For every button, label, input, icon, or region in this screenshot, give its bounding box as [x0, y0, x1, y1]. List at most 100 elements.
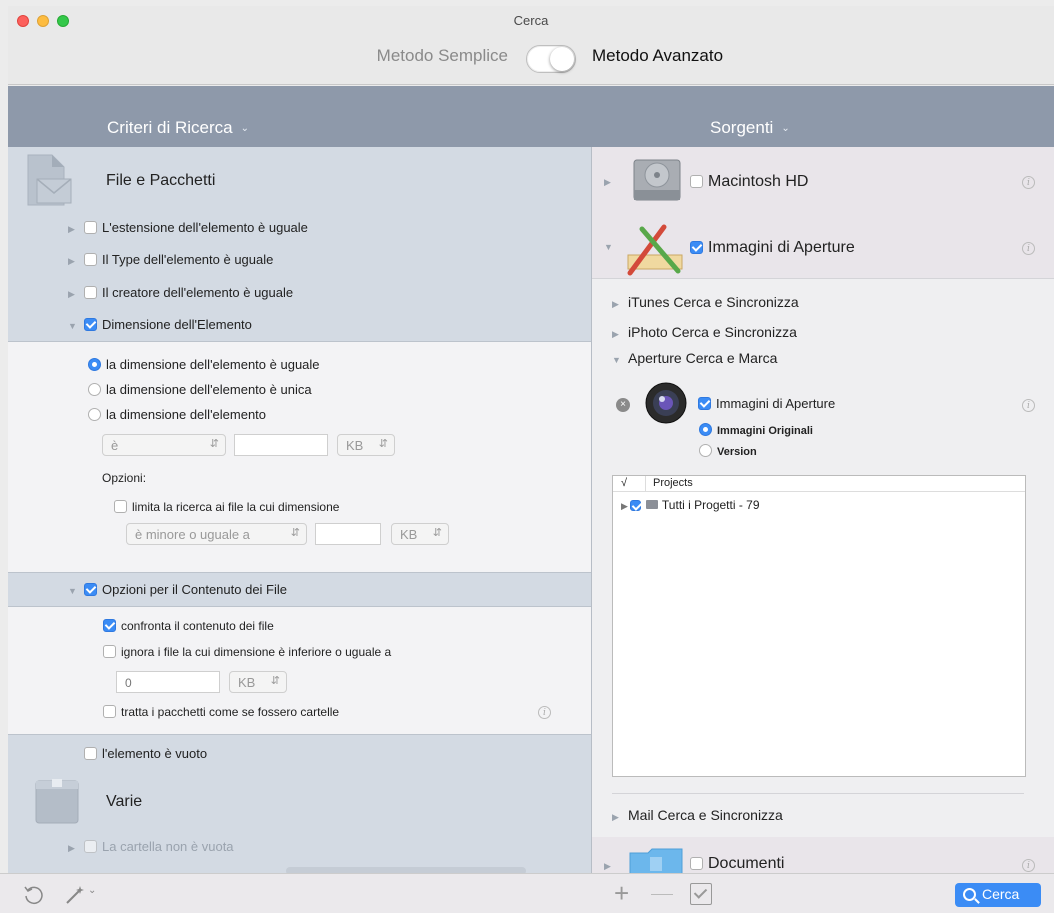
criterion-label: La cartella non è vuota	[102, 839, 234, 854]
disclosure-triangle-icon[interactable]: ▶	[612, 299, 628, 310]
checkbox[interactable]	[103, 645, 116, 658]
checkbox[interactable]	[690, 857, 703, 870]
operator-select[interactable]: è ⇵	[102, 434, 226, 456]
radio-selected[interactable]	[699, 423, 712, 436]
chevron-down-icon: ⌄	[781, 123, 790, 134]
disclosure-triangle-open-icon[interactable]: ▼	[612, 355, 628, 365]
item-label: Mail Cerca e Sincronizza	[628, 807, 783, 823]
compare-content-option[interactable]: confronta il contenuto dei file	[103, 619, 274, 633]
limit-search-option[interactable]: limita la ricerca ai file la cui dimensi…	[114, 500, 339, 514]
criterion-folder-not-empty[interactable]: ▶ La cartella non è vuota	[68, 839, 234, 854]
info-icon[interactable]: i	[538, 706, 551, 719]
info-icon[interactable]: i	[1022, 399, 1035, 412]
checkbox[interactable]	[84, 286, 97, 299]
criteria-pane: File e Pacchetti ▶ L'estensione dell'elem…	[8, 147, 592, 873]
check-column-header[interactable]: √	[621, 477, 627, 489]
table-header: √ Projects	[613, 476, 1025, 492]
unit-select[interactable]: KB ⇵	[337, 434, 395, 456]
checkbox[interactable]	[84, 253, 97, 266]
select-all-checkbox-icon[interactable]	[690, 883, 712, 905]
checkbox-checked[interactable]	[84, 318, 97, 331]
disclosure-triangle-icon[interactable]: ▶	[68, 256, 84, 267]
checkbox[interactable]	[84, 221, 97, 234]
itunes-sync-item[interactable]: ▶ iTunes Cerca e Sincronizza	[612, 294, 799, 310]
magic-wand-icon[interactable]	[64, 884, 86, 906]
search-button[interactable]: Cerca	[955, 883, 1041, 907]
aperture-mark-item[interactable]: ▼ Aperture Cerca e Marca	[612, 350, 777, 366]
sources-header[interactable]: Sorgenti ⌄	[710, 118, 790, 138]
reset-icon[interactable]	[22, 884, 44, 906]
disclosure-triangle-open-icon[interactable]: ▼	[604, 242, 620, 252]
radio-size-equal[interactable]: la dimensione dell'elemento è uguale	[88, 357, 320, 372]
disclosure-triangle-icon[interactable]: ▶	[68, 843, 84, 854]
checkbox-checked[interactable]	[103, 619, 116, 632]
remove-minus-icon[interactable]	[651, 894, 673, 895]
source-aperture-images[interactable]: Immagini di Aperture	[690, 239, 855, 257]
disclosure-triangle-icon[interactable]: ▶	[604, 861, 620, 872]
radio-version[interactable]: Version	[699, 444, 757, 458]
simple-mode-label[interactable]: Metodo Semplice	[288, 46, 508, 66]
checkbox-checked[interactable]	[698, 397, 711, 410]
limit-unit-select[interactable]: KB ⇵	[391, 523, 449, 545]
aperture-library-item[interactable]: Immagini di Aperture	[698, 396, 835, 411]
chevron-down-icon: ⌄	[240, 123, 250, 134]
checkbox[interactable]	[103, 705, 116, 718]
select-value: è	[111, 438, 119, 453]
iphoto-sync-item[interactable]: ▶ iPhoto Cerca e Sincronizza	[612, 324, 797, 340]
disclosure-triangle-icon[interactable]: ▶	[68, 289, 84, 300]
disclosure-triangle-icon[interactable]: ▶	[604, 177, 620, 188]
source-documents[interactable]: Documenti	[690, 855, 784, 873]
checkbox[interactable]	[84, 747, 97, 760]
ignore-small-files-option[interactable]: ignora i file la cui dimensione è inferi…	[103, 645, 391, 659]
criterion-creator[interactable]: ▶ Il creatore dell'elemento è uguale	[68, 285, 293, 300]
add-icon[interactable]: +	[614, 878, 629, 909]
checkbox-checked[interactable]	[690, 241, 703, 254]
column-divider	[645, 476, 646, 491]
radio-selected[interactable]	[88, 358, 101, 371]
info-icon[interactable]: i	[1022, 176, 1035, 189]
checkbox[interactable]	[690, 175, 703, 188]
checkbox[interactable]	[114, 500, 127, 513]
radio[interactable]	[699, 444, 712, 457]
source-macintosh-hd[interactable]: Macintosh HD	[690, 173, 808, 191]
checkbox-checked[interactable]	[629, 500, 641, 511]
radio-original-images[interactable]: Immagini Originali	[699, 423, 813, 437]
radio[interactable]	[88, 408, 101, 421]
disclosure-triangle-icon[interactable]: ▶	[612, 329, 628, 340]
limit-size-input[interactable]	[315, 523, 381, 545]
remove-icon[interactable]: ×	[616, 398, 630, 412]
divider	[612, 793, 1024, 794]
checkbox[interactable]	[84, 840, 97, 853]
min-size-unit-select[interactable]: KB ⇵	[229, 671, 287, 693]
table-row[interactable]: ▶ Tutti i Progetti - 79	[621, 498, 760, 512]
disclosure-triangle-open-icon[interactable]: ▼	[68, 586, 84, 596]
criterion-empty[interactable]: l'elemento è vuoto	[84, 746, 207, 761]
chevron-down-icon[interactable]: ⌄	[88, 885, 96, 896]
info-icon[interactable]: i	[1022, 242, 1035, 255]
criterion-content-options[interactable]: ▼ Opzioni per il Contenuto dei File	[68, 582, 287, 597]
disclosure-triangle-icon[interactable]: ▶	[621, 501, 628, 511]
disclosure-triangle-icon[interactable]: ▶	[68, 224, 84, 235]
min-size-input[interactable]: 0	[116, 671, 220, 693]
criterion-extension[interactable]: ▶ L'estensione dell'elemento è uguale	[68, 220, 308, 235]
radio-size-unique[interactable]: la dimensione dell'elemento è unica	[88, 382, 312, 397]
advanced-mode-label[interactable]: Metodo Avanzato	[592, 46, 723, 66]
limit-operator-select[interactable]: è minore o uguale a ⇵	[126, 523, 307, 545]
criterion-label: Il Type dell'elemento è uguale	[102, 252, 274, 267]
size-input[interactable]	[234, 434, 328, 456]
criterion-label: Il creatore dell'elemento è uguale	[102, 285, 294, 300]
mode-toggle-switch[interactable]	[526, 45, 576, 73]
disclosure-triangle-icon[interactable]: ▶	[612, 812, 628, 823]
radio-size[interactable]: la dimensione dell'elemento	[88, 407, 266, 422]
info-icon[interactable]: i	[1022, 859, 1035, 872]
mail-sync-item[interactable]: ▶ Mail Cerca e Sincronizza	[612, 807, 783, 823]
select-value: KB	[400, 527, 418, 542]
disclosure-triangle-open-icon[interactable]: ▼	[68, 321, 84, 331]
checkbox-checked[interactable]	[84, 583, 97, 596]
criterion-size[interactable]: ▼ Dimensione dell'Elemento	[68, 317, 252, 332]
packages-as-folders-option[interactable]: tratta i pacchetti come se fossero carte…	[103, 705, 339, 719]
projects-column-header[interactable]: Projects	[653, 477, 693, 489]
criterion-type[interactable]: ▶ Il Type dell'elemento è uguale	[68, 252, 273, 267]
radio[interactable]	[88, 383, 101, 396]
criteria-header[interactable]: Criteri di Ricerca ⌄	[107, 118, 249, 138]
